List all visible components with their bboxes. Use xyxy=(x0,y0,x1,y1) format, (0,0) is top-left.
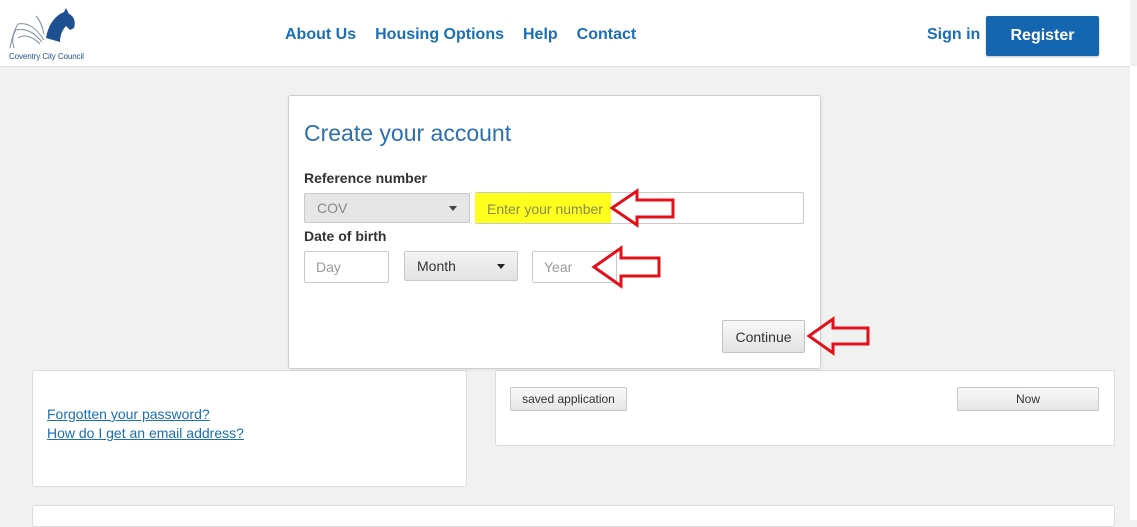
dialog-title: Create your account xyxy=(304,120,512,146)
create-account-dialog: Create your account Reference number COV… xyxy=(288,95,821,369)
reference-prefix-select[interactable]: COV xyxy=(304,193,470,223)
continue-button[interactable]: Continue xyxy=(722,320,805,353)
reference-prefix-value: COV xyxy=(317,200,348,216)
logo-text: Coventry City Council xyxy=(9,52,84,61)
date-of-birth-label: Date of birth xyxy=(304,228,387,244)
month-select-value: Month xyxy=(417,258,456,274)
reference-number-label: Reference number xyxy=(304,170,427,186)
chevron-down-icon xyxy=(497,264,505,269)
arrow-left-icon xyxy=(609,188,675,228)
scrollbar-track[interactable] xyxy=(1130,66,1137,520)
site-header: Coventry City Council About Us Housing O… xyxy=(0,0,1130,67)
chevron-down-icon xyxy=(449,206,457,211)
bottom-panel xyxy=(32,505,1115,527)
application-panel: saved application Now xyxy=(495,370,1115,446)
now-button[interactable]: Now xyxy=(957,387,1099,411)
nav-help[interactable]: Help xyxy=(523,26,558,44)
register-button[interactable]: Register xyxy=(986,16,1099,56)
nav-contact[interactable]: Contact xyxy=(577,26,637,44)
sign-in-link[interactable]: Sign in xyxy=(927,26,980,44)
nav-housing-options[interactable]: Housing Options xyxy=(375,26,504,44)
council-logo[interactable]: Coventry City Council xyxy=(6,8,98,64)
arrow-left-icon xyxy=(591,245,661,289)
saved-application-button[interactable]: saved application xyxy=(510,387,627,411)
email-address-help-link[interactable]: How do I get an email address? xyxy=(47,425,244,441)
login-help-panel: Forgotten your password? How do I get an… xyxy=(32,370,467,487)
day-input[interactable] xyxy=(304,251,389,283)
main-nav: About Us Housing Options Help Contact xyxy=(285,26,655,44)
horse-logo-icon xyxy=(9,8,75,49)
arrow-left-icon xyxy=(806,316,870,356)
month-select[interactable]: Month xyxy=(404,251,518,281)
nav-about-us[interactable]: About Us xyxy=(285,26,356,44)
forgotten-password-link[interactable]: Forgotten your password? xyxy=(47,406,210,422)
